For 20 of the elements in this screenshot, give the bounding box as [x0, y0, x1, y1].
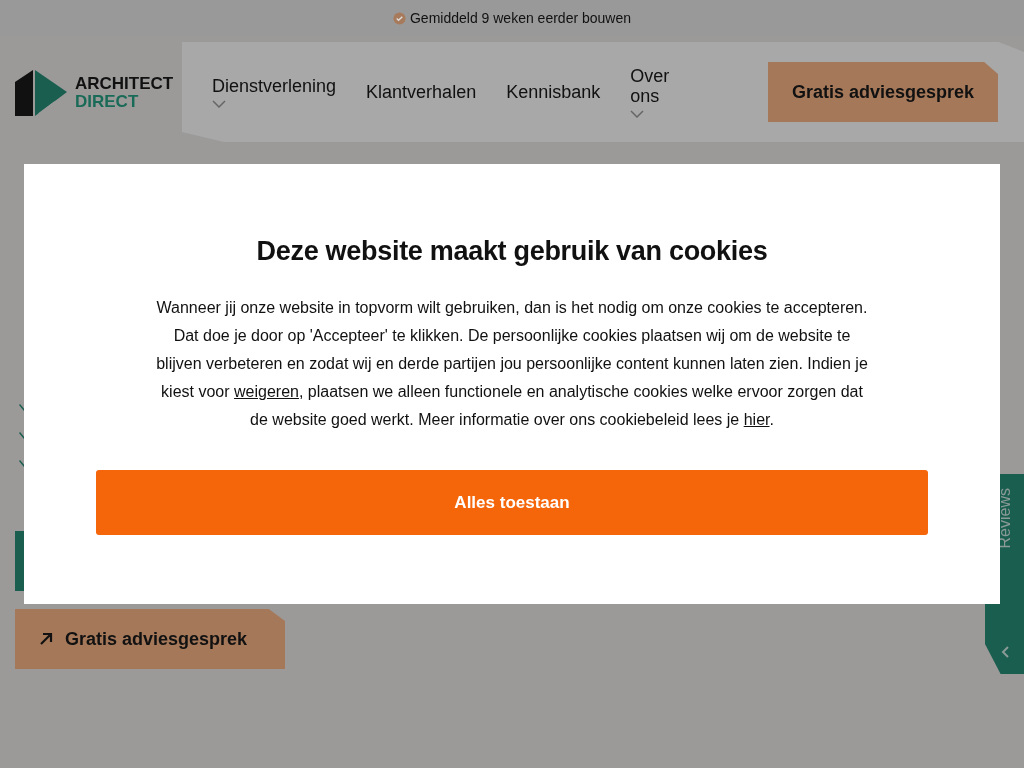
logo-icon — [15, 70, 67, 116]
logo-text: ARCHITECT — [75, 75, 174, 93]
cta-button[interactable]: Gratis adviesgesprek — [767, 62, 998, 122]
check-mark — [19, 460, 25, 467]
usp-text: Gemiddeld 9 weken eerder bouwen — [410, 8, 631, 28]
check-mark — [19, 432, 25, 439]
nav-link[interactable]: Kennisbank — [506, 82, 601, 102]
chevron-left-icon — [1000, 646, 1009, 658]
dialog-text: Wanneer jij onze website in topvorm wilt gebruiken, dan is het nodig om onze cookies te accepteren. Dat doe je door op 'Accepteer' te klikken. De persoonlijke cookies plaatsen wij om de website te blijven verbeteren en zodat wij en derde partijen jou persoonlijke content kunnen laten zien. Indien je kiest voor weigeren, plaatsen we alleen functionele en analytische cookies welke ervoor zorgen dat de website goed werkt. Meer informatie over ons cookiebeleid lees je hier. — [155, 298, 869, 430]
badge-check-icon — [393, 11, 406, 25]
logo-text: DIRECT — [75, 93, 140, 111]
check-mark — [19, 404, 25, 411]
cta-button[interactable]: Gratis adviesgesprek — [15, 609, 285, 669]
decline-link[interactable]: weigeren — [234, 383, 299, 400]
arrow-up-right-icon — [39, 632, 53, 646]
policy-link[interactable]: hier — [743, 411, 770, 428]
nav-link[interactable]: Dienstverlening — [212, 76, 337, 96]
nav-link[interactable]: Over ons — [630, 66, 701, 106]
dialog-title: Deze website maakt gebruik van cookies — [256, 235, 768, 268]
nav-link[interactable]: Klantverhalen — [366, 82, 477, 102]
